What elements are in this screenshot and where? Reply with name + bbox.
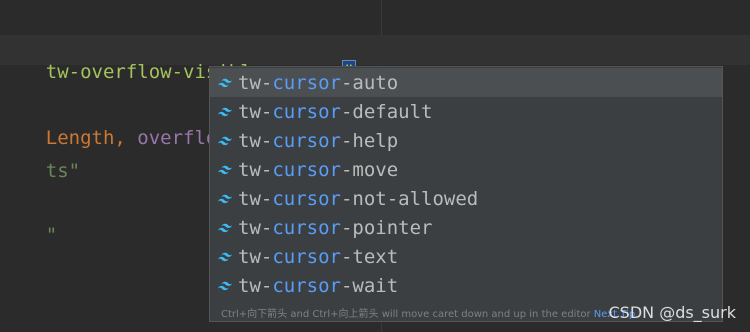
popup-footer-hint: Ctrl+向下箭头 and Ctrl+向上箭头 will move caret … bbox=[221, 305, 635, 320]
tailwind-icon bbox=[218, 252, 232, 261]
completion-item[interactable]: tw-cursor-wait bbox=[210, 271, 722, 300]
completion-item-label: tw-cursor-auto bbox=[238, 71, 399, 94]
tailwind-icon bbox=[218, 165, 232, 174]
tailwind-icon bbox=[218, 107, 232, 116]
completion-item-label: tw-cursor-pointer bbox=[238, 216, 433, 239]
completion-item[interactable]: tw-cursor-auto bbox=[210, 68, 722, 97]
completion-item[interactable]: tw-cursor-move bbox=[210, 155, 722, 184]
tailwind-icon bbox=[218, 281, 232, 290]
watermark: CSDN @ds_surk bbox=[608, 303, 736, 322]
code-line-4[interactable]: " bbox=[0, 202, 57, 268]
tailwind-icon bbox=[218, 136, 232, 145]
tailwind-icon bbox=[218, 223, 232, 232]
completion-item[interactable]: tw-cursor-help bbox=[210, 126, 722, 155]
tailwind-icon bbox=[218, 194, 232, 203]
completion-item-label: tw-cursor-move bbox=[238, 158, 399, 181]
completion-item[interactable]: tw-cursor-pointer bbox=[210, 213, 722, 242]
completion-item-label: tw-cursor-text bbox=[238, 245, 399, 268]
code-token-quote: " bbox=[45, 224, 58, 246]
code-token-string: ts" bbox=[45, 160, 81, 182]
completion-item-label: tw-cursor-default bbox=[238, 100, 433, 123]
tailwind-icon bbox=[218, 78, 232, 87]
footer-hint-text: Ctrl+向下箭头 and Ctrl+向上箭头 will move caret … bbox=[221, 309, 591, 320]
completion-item[interactable]: tw-cursor-default bbox=[210, 97, 722, 126]
completion-item[interactable]: tw-cursor-text bbox=[210, 242, 722, 271]
completion-item[interactable]: tw-cursor-not-allowed bbox=[210, 184, 722, 213]
completion-item-label: tw-cursor-not-allowed bbox=[238, 187, 479, 210]
completion-popup[interactable]: tw-cursor-auto tw-cursor-default tw-curs… bbox=[209, 66, 723, 322]
completion-item-label: tw-cursor-wait bbox=[238, 274, 399, 297]
completion-item-label: tw-cursor-help bbox=[238, 129, 399, 152]
code-line-3[interactable]: ts" bbox=[0, 138, 80, 204]
